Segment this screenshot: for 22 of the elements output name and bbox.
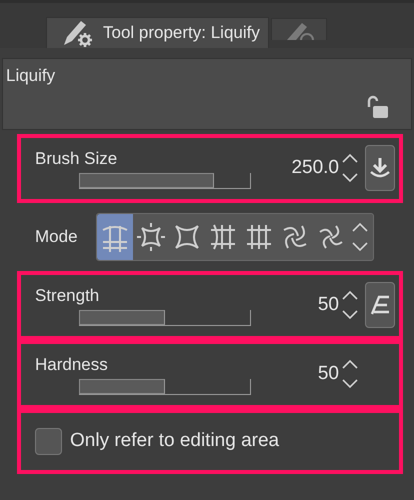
slider-track[interactable]	[79, 378, 251, 394]
settings-button[interactable]	[365, 282, 395, 328]
checkbox[interactable]	[35, 428, 62, 455]
panel-title: Liquify	[6, 65, 56, 87]
slider-label: Brush Size	[35, 148, 118, 170]
distort-icon	[136, 222, 166, 252]
panel-tab[interactable]	[270, 18, 327, 40]
graph-icon	[370, 295, 390, 315]
slider-label: Hardness	[35, 354, 109, 376]
download-icon	[370, 157, 390, 179]
slider-track[interactable]	[79, 310, 251, 326]
mode-label: Mode	[35, 226, 78, 248]
panel-tab[interactable]: Tool property: Liquify	[46, 17, 269, 48]
value-text: 50	[318, 292, 339, 317]
checkbox-label: Only refer to editing area	[70, 429, 280, 453]
value-text: 50	[318, 362, 339, 386]
settings-button[interactable]	[365, 145, 395, 191]
pen-gear-icon	[61, 18, 95, 48]
unlock-icon[interactable]	[367, 95, 389, 119]
slider-label: Strength	[35, 284, 100, 306]
value-text: 250.0	[291, 156, 339, 180]
slider-track[interactable]	[79, 172, 251, 188]
